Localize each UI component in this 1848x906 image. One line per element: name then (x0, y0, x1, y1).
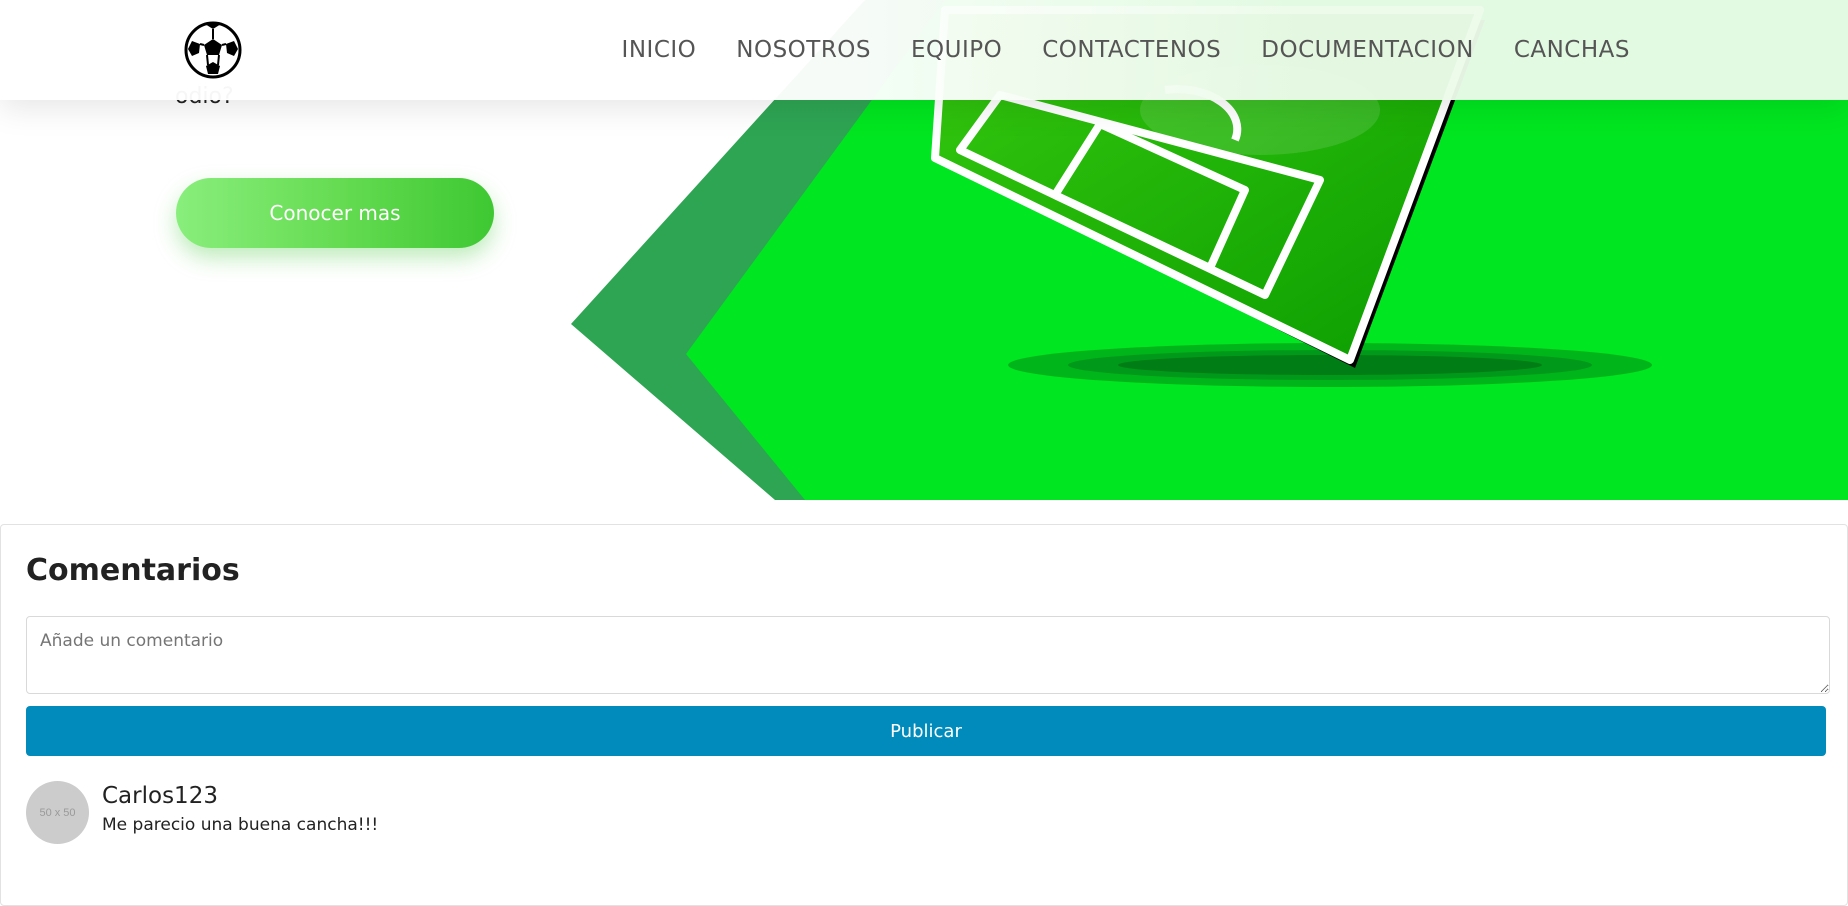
avatar: 50 x 50 (26, 781, 89, 844)
nav-link-documentacion[interactable]: DOCUMENTACION (1261, 37, 1474, 63)
comments-panel: Comentarios Publicar 50 x 50 Carlos123 M… (0, 524, 1848, 906)
comment-text: Me parecio una buena cancha!!! (102, 815, 379, 835)
nav-link-contactenos[interactable]: CONTACTENOS (1042, 37, 1221, 63)
nav-link-equipo[interactable]: EQUIPO (911, 37, 1002, 63)
nav-link-canchas[interactable]: CANCHAS (1514, 37, 1630, 63)
comment-input[interactable] (26, 616, 1830, 694)
comment-item: 50 x 50 Carlos123 Me parecio una buena c… (26, 781, 1816, 851)
nav-menu: INICIO NOSOTROS EQUIPO CONTACTENOS DOCUM… (622, 0, 1630, 100)
comments-title: Comentarios (26, 553, 240, 588)
soccer-ball-logo-icon[interactable] (183, 20, 243, 80)
publish-button[interactable]: Publicar (26, 706, 1826, 756)
navbar: INICIO NOSOTROS EQUIPO CONTACTENOS DOCUM… (0, 0, 1848, 100)
conocer-mas-button[interactable]: Conocer mas (176, 178, 494, 248)
nav-link-inicio[interactable]: INICIO (622, 37, 697, 63)
comment-username: Carlos123 (102, 783, 218, 809)
nav-link-nosotros[interactable]: NOSOTROS (736, 37, 871, 63)
